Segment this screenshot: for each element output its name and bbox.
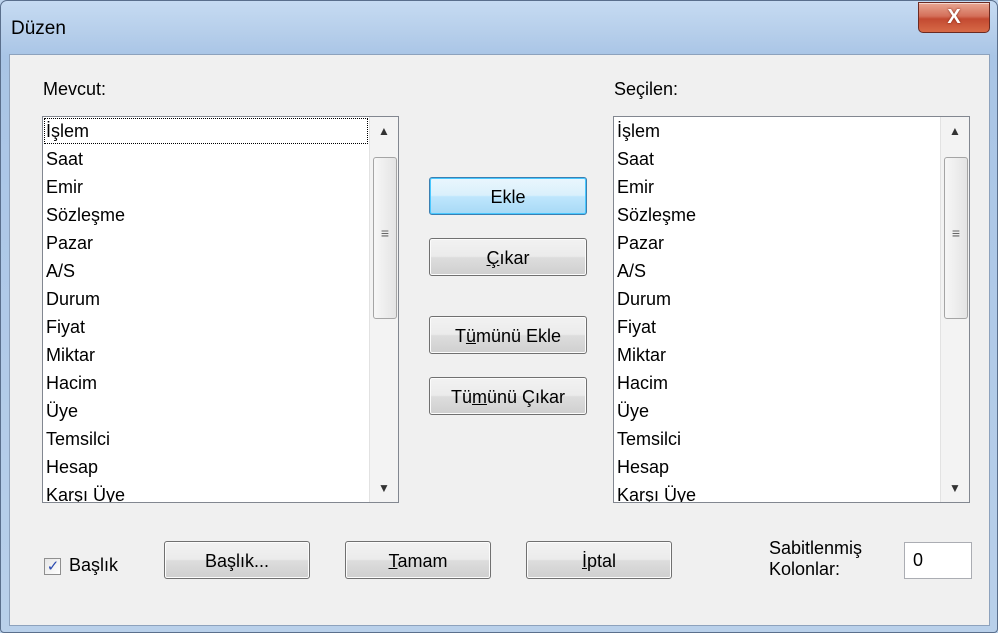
scroll-thumb[interactable]: ≡ [373,157,397,319]
dialog-client-area: Mevcut: İşlem Saat Emir Sözleşme Pazar A/S Dur… [9,54,990,626]
list-item[interactable]: A/S [614,257,940,285]
fixed-columns-label-line2: Kolonlar: [769,559,841,579]
list-item[interactable]: Emir [614,173,940,201]
add-all-button-label: münü Ekle [475,326,562,346]
remove-button[interactable]: Çıkar [429,238,587,276]
fixed-columns-label: Sabitlenmiş Kolonlar: [769,538,862,580]
available-items: İşlem Saat Emir Sözleşme Pazar A/S Durum Fiyat M… [43,117,369,502]
remove-all-button-label: ünü Çıkar [486,387,566,407]
grip-icon: ≡ [951,225,961,241]
header-checkbox-label[interactable]: Başlık [69,555,118,576]
list-item[interactable]: Temsilci [614,425,940,453]
add-all-button-accel: ü [465,326,476,346]
list-item[interactable]: Fiyat [614,313,940,341]
list-item[interactable]: Hacim [614,369,940,397]
list-item[interactable]: Emir [43,173,369,201]
list-item[interactable]: A/S [43,257,369,285]
available-listbox[interactable]: İşlem Saat Emir Sözleşme Pazar A/S Durum Fiyat M… [42,116,399,503]
remove-all-button[interactable]: Tümünü Çıkar [429,377,587,415]
list-item[interactable]: Miktar [43,341,369,369]
window-title: Düzen [11,18,66,39]
fixed-columns-input[interactable]: 0 [904,542,972,579]
remove-all-button-accel: m [471,387,487,407]
selected-scrollbar[interactable]: ▲ ≡ ▼ [940,117,969,502]
header-settings-button-label: Başlık... [204,551,270,571]
scroll-up-arrow-icon[interactable]: ▲ [370,117,398,145]
list-item[interactable]: Saat [614,145,940,173]
duzen-dialog: Düzen X Mevcut: İşlem Saat Emir Sözleşme Paz… [0,0,998,633]
list-item[interactable]: Karşı Üye [43,481,369,502]
list-item[interactable]: Miktar [614,341,940,369]
title-bar[interactable]: Düzen X [1,1,997,53]
list-item[interactable]: Hesap [614,453,940,481]
header-checkbox[interactable]: ✓ [44,558,61,575]
list-item[interactable]: Üye [43,397,369,425]
list-item[interactable]: Durum [43,285,369,313]
add-all-button-label-pre: T [454,326,466,346]
list-item[interactable]: Hesap [43,453,369,481]
available-scrollbar[interactable]: ▲ ≡ ▼ [369,117,398,502]
list-item[interactable]: Sözleşme [43,201,369,229]
cancel-button[interactable]: İptal [526,541,672,579]
scroll-thumb[interactable]: ≡ [944,157,968,319]
grip-icon: ≡ [380,225,390,241]
list-item[interactable]: Üye [614,397,940,425]
header-settings-button[interactable]: Başlık... [164,541,310,579]
list-item[interactable]: Durum [614,285,940,313]
ok-button[interactable]: Tamam [345,541,491,579]
fixed-columns-label-line1: Sabitlenmiş [769,538,863,558]
selected-label: Seçilen: [614,79,679,99]
list-item[interactable]: İşlem [614,117,940,145]
list-item[interactable]: Temsilci [43,425,369,453]
close-icon: X [947,6,961,28]
scroll-up-arrow-icon[interactable]: ▲ [941,117,969,145]
remove-button-accel: Ç [486,248,500,268]
scroll-down-arrow-icon[interactable]: ▼ [941,474,969,502]
add-button[interactable]: Ekle [429,177,587,215]
list-item[interactable]: Saat [43,145,369,173]
scroll-down-arrow-icon[interactable]: ▼ [370,474,398,502]
close-button[interactable]: X [918,2,990,33]
list-item[interactable]: Hacim [43,369,369,397]
list-item[interactable]: Pazar [614,229,940,257]
add-button-label: Ekle [490,187,526,207]
remove-all-button-label-pre: Tü [450,387,472,407]
selected-listbox[interactable]: İşlem Saat Emir Sözleşme Pazar A/S Durum Fiyat M… [613,116,970,503]
list-item[interactable]: Pazar [43,229,369,257]
remove-button-label: ıkar [499,248,530,268]
ok-button-label: amam [397,551,448,571]
list-item[interactable]: Fiyat [43,313,369,341]
list-item[interactable]: Karşı Üye [614,481,940,502]
selected-items: İşlem Saat Emir Sözleşme Pazar A/S Durum Fiyat M… [614,117,940,502]
add-all-button[interactable]: Tümünü Ekle [429,316,587,354]
list-item[interactable]: Sözleşme [614,201,940,229]
list-item[interactable]: İşlem [43,117,369,145]
cancel-button-label: ptal [586,551,617,571]
check-icon: ✓ [46,558,60,575]
available-label: Mevcut: [43,79,107,99]
